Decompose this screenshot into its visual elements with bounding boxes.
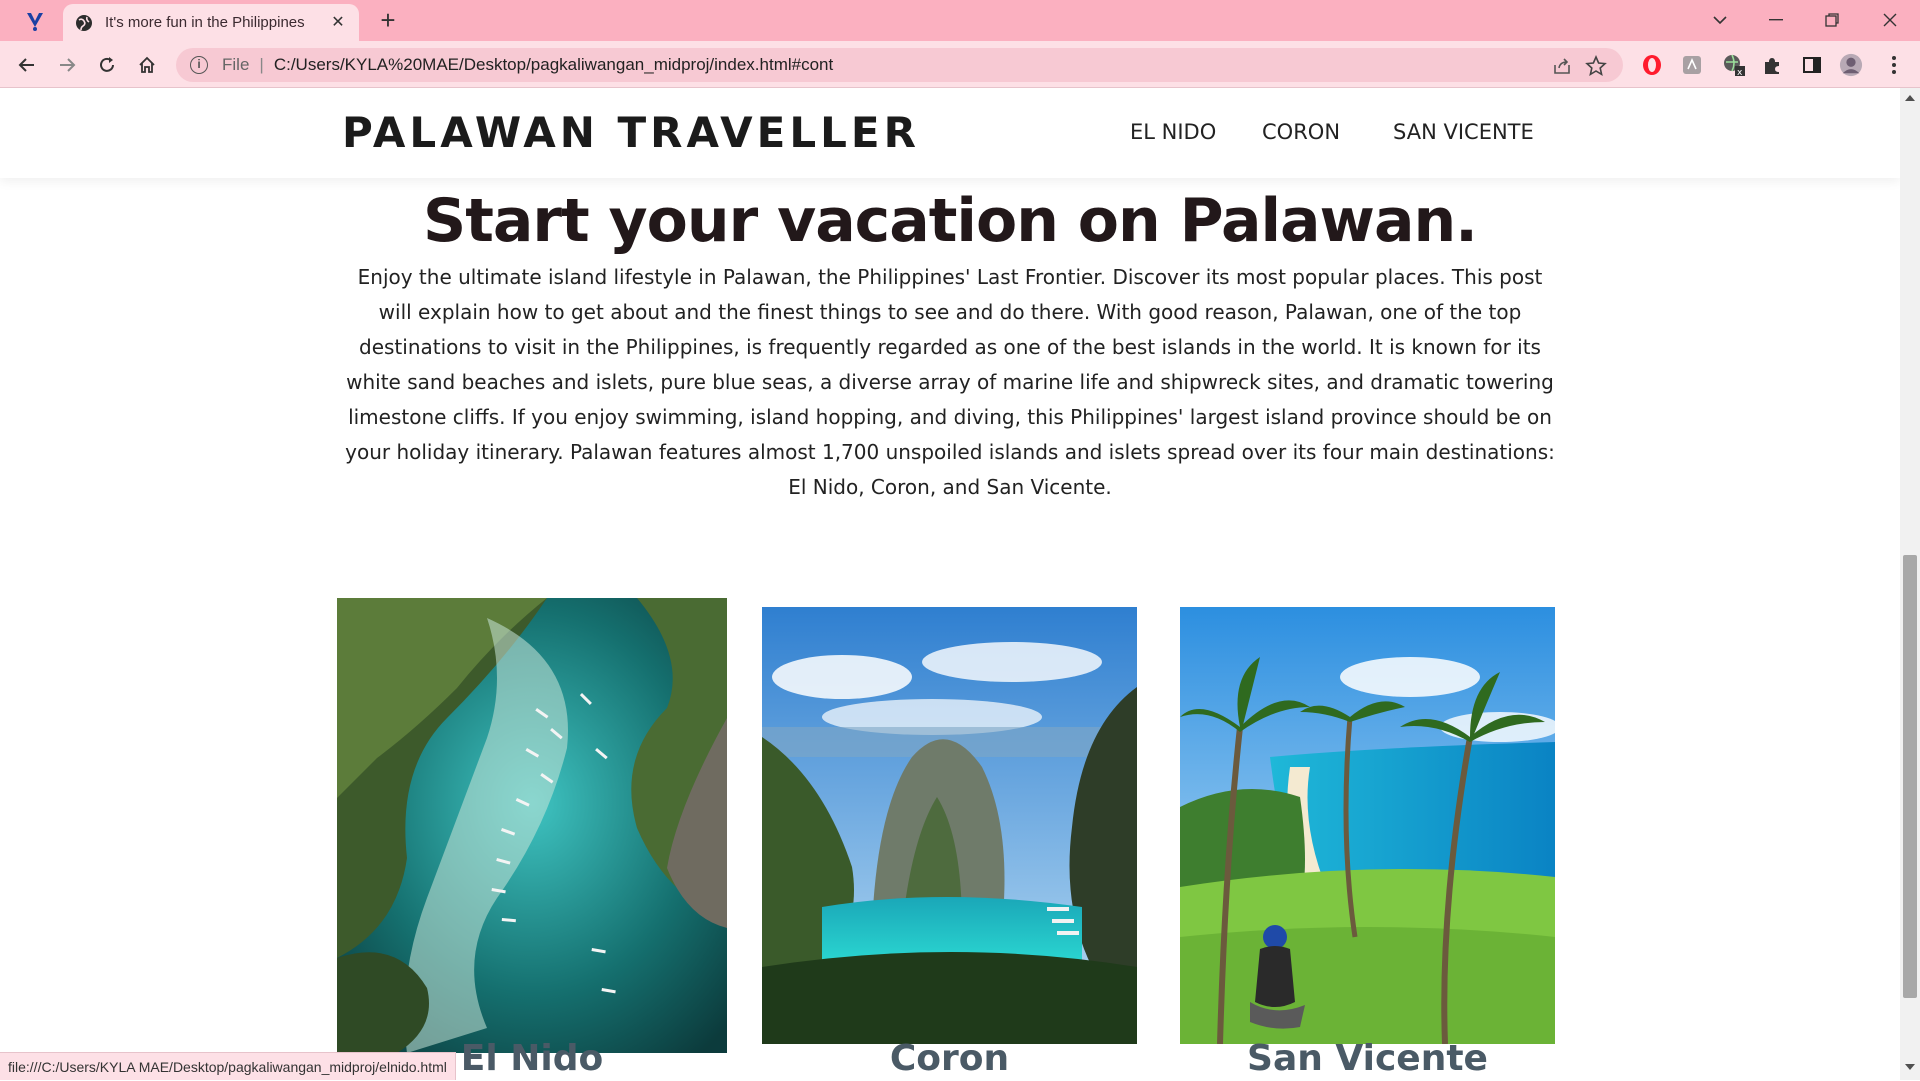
info-icon[interactable]: i	[190, 56, 208, 74]
tab-close-icon[interactable]: ✕	[329, 14, 347, 32]
app-logo-icon[interactable]	[22, 8, 48, 34]
tab-title: It's more fun in the Philippines	[105, 14, 305, 31]
browser-toolbar: i File | C:/Users/KYLA%20MAE/Desktop/pag…	[0, 41, 1920, 88]
site-header: PALAWAN TRAVELLER EL NIDO CORON SAN VICE…	[0, 88, 1900, 178]
san-vicente-image[interactable]	[1180, 607, 1555, 1044]
pdf-icon[interactable]	[1680, 53, 1704, 77]
tab-active[interactable]: It's more fun in the Philippines ✕	[63, 4, 359, 41]
sidepanel-icon[interactable]	[1800, 53, 1824, 77]
extension-translate-icon[interactable]: x	[1722, 53, 1746, 77]
kebab-menu-icon[interactable]	[1882, 53, 1906, 77]
forward-icon[interactable]	[52, 50, 82, 80]
url-text[interactable]: C:/Users/KYLA%20MAE/Desktop/pagkaliwanga…	[274, 55, 833, 75]
card-label-coron[interactable]: Coron	[762, 1038, 1137, 1079]
opera-icon[interactable]	[1640, 53, 1664, 77]
site-logo[interactable]: PALAWAN TRAVELLER	[342, 108, 920, 157]
status-bar-link-preview: file:///C:/Users/KYLA MAE/Desktop/pagkal…	[0, 1052, 456, 1080]
star-icon[interactable]	[1585, 55, 1607, 77]
nav-el-nido[interactable]: EL NIDO	[1130, 120, 1216, 144]
nav-san-vicente[interactable]: SAN VICENTE	[1393, 120, 1534, 144]
reload-icon[interactable]	[92, 50, 122, 80]
back-icon[interactable]	[12, 50, 42, 80]
share-icon[interactable]	[1551, 55, 1573, 77]
page-viewport: PALAWAN TRAVELLER EL NIDO CORON SAN VICE…	[0, 88, 1900, 1080]
scroll-up-arrow-icon[interactable]	[1905, 95, 1915, 101]
url-scheme: File	[222, 55, 250, 74]
tab-search-chevron-icon[interactable]	[1700, 6, 1740, 34]
scroll-down-arrow-icon[interactable]	[1905, 1064, 1915, 1070]
url-separator: |	[259, 55, 264, 74]
home-icon[interactable]	[132, 50, 162, 80]
card-label-san-vicente[interactable]: San Vicente	[1180, 1038, 1555, 1079]
globe-icon	[76, 14, 92, 31]
puzzle-icon[interactable]	[1760, 53, 1784, 77]
coron-image[interactable]	[762, 607, 1137, 1044]
window-close-button[interactable]	[1870, 6, 1910, 34]
address-bar[interactable]: i File | C:/Users/KYLA%20MAE/Desktop/pag…	[176, 48, 1623, 82]
nav-coron[interactable]: CORON	[1262, 120, 1340, 144]
scrollbar-thumb[interactable]	[1903, 555, 1917, 998]
intro-paragraph: Enjoy the ultimate island lifestyle in P…	[345, 265, 1555, 499]
profile-avatar-icon[interactable]	[1839, 53, 1863, 77]
page-title: Start your vacation on Palawan.	[423, 186, 1478, 256]
new-tab-button[interactable]: +	[374, 7, 402, 35]
minimize-button[interactable]	[1756, 6, 1796, 34]
el-nido-image[interactable]	[337, 598, 727, 1053]
svg-text:x: x	[1737, 68, 1743, 77]
tab-strip: It's more fun in the Philippines ✕ +	[0, 0, 1920, 41]
restore-button[interactable]	[1812, 6, 1852, 34]
